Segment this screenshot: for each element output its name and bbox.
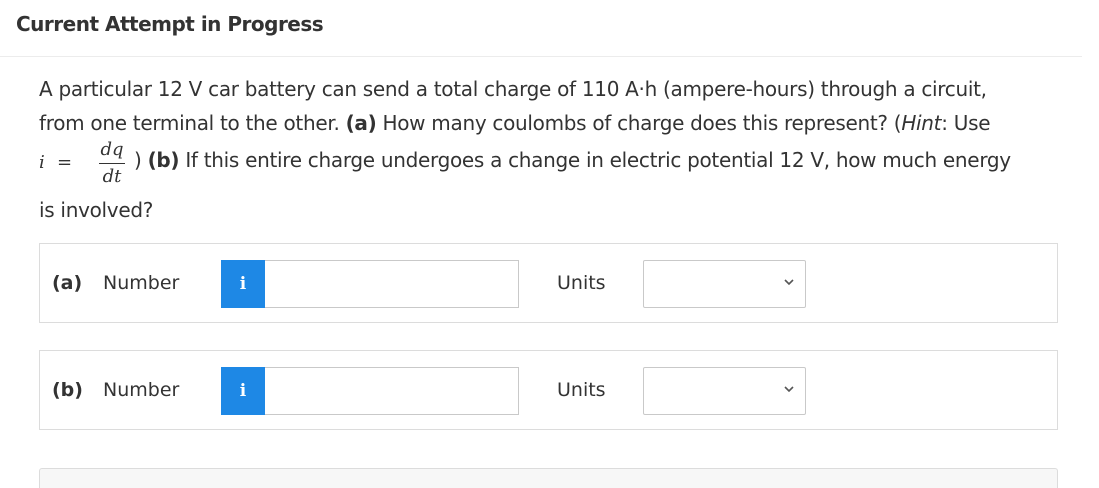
chevron-down-icon [784,279,794,286]
question-text: A particular 12 V car battery can send a… [39,72,1059,140]
page-title: Current Attempt in Progress [16,12,324,36]
question-line-3: ) (b) If this entire charge undergoes a … [134,148,1011,172]
math-current-symbol: i [39,152,45,173]
info-button[interactable]: i [221,260,265,308]
question-line-2-end: : Use [941,111,991,135]
answer-part-label: (b) [52,379,83,401]
number-input-b[interactable] [265,367,519,415]
answer-row-a: (a) Number i Units [39,243,1058,323]
header-bar: Current Attempt in Progress [0,0,1082,57]
part-a-tag: (a) [345,111,377,135]
units-select-b[interactable] [643,367,806,415]
hint-word: Hint [901,111,942,135]
next-section-box [39,468,1058,488]
formula-line: i = dq dt ) (b) If this entire charge un… [39,139,1079,202]
question-line-2-middle: How many coulombs of charge does this re… [376,111,902,135]
units-label: Units [557,272,606,294]
question-line-4: is involved? [39,198,154,222]
math-equals: = [57,152,73,173]
part-b-tag: (b) [147,148,180,172]
number-label: Number [103,379,180,401]
fraction-bar [99,163,125,164]
number-input-a[interactable] [265,260,519,308]
answer-row-b: (b) Number i Units [39,350,1058,430]
chevron-down-icon [784,386,794,393]
info-button[interactable]: i [221,367,265,415]
fraction-dq-dt: dq dt [99,138,125,189]
fraction-numerator: dq [100,139,124,160]
fraction-denominator: dt [102,166,122,187]
units-label: Units [557,379,606,401]
question-line-3-start: ) [134,148,148,172]
question-line-3-text: If this entire charge undergoes a change… [179,148,1011,172]
question-line-2-start: from one terminal to the other. [39,111,346,135]
answer-part-label: (a) [52,272,83,294]
number-label: Number [103,272,180,294]
units-select-a[interactable] [643,260,806,308]
question-line-2: from one terminal to the other. (a) How … [39,106,1059,140]
question-line-1: A particular 12 V car battery can send a… [39,77,987,101]
